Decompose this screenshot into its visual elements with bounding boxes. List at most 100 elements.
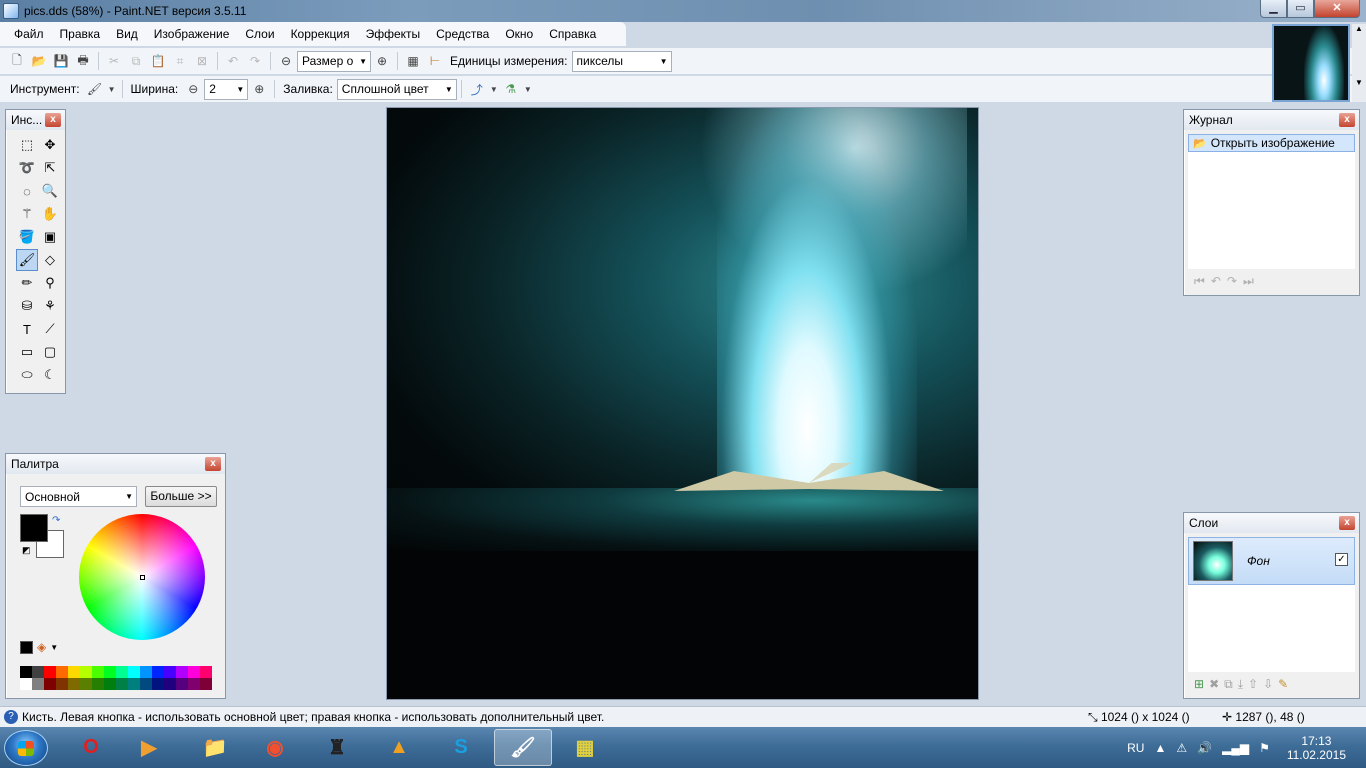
- paintbrush-tool-icon[interactable]: 🖌: [16, 249, 38, 271]
- minimize-button[interactable]: ▁: [1260, 0, 1287, 18]
- gradient-icon[interactable]: ▣: [39, 226, 61, 248]
- menu-utilities[interactable]: Средства: [428, 22, 497, 46]
- media-player-taskbar-icon[interactable]: ▶: [120, 729, 178, 766]
- zoom-in-icon[interactable]: ⊕: [372, 51, 392, 71]
- merge-layer-down-icon[interactable]: ⤓: [1238, 677, 1243, 692]
- palette-swatch[interactable]: [32, 666, 44, 678]
- palette-swatch[interactable]: [116, 666, 128, 678]
- fill-combo[interactable]: Сплошной цвет ▼: [336, 78, 457, 100]
- move-layer-up-icon[interactable]: ⇧: [1248, 677, 1258, 691]
- color-wheel[interactable]: [79, 514, 205, 640]
- palette-swatch[interactable]: [20, 678, 32, 690]
- save-icon[interactable]: 💾: [51, 51, 71, 71]
- menu-effects[interactable]: Эффекты: [358, 22, 429, 46]
- palette-swatch[interactable]: [164, 678, 176, 690]
- grid-icon[interactable]: ▦: [403, 51, 423, 71]
- deselect-icon[interactable]: ⊠: [192, 51, 212, 71]
- palette-swatch[interactable]: [116, 678, 128, 690]
- palette-swatch[interactable]: [164, 666, 176, 678]
- chevron-down-icon[interactable]: ▼: [523, 79, 533, 99]
- paintnet-taskbar-icon[interactable]: 🖌: [494, 729, 552, 766]
- print-icon[interactable]: 🖶: [73, 51, 93, 71]
- zoom-icon[interactable]: 🔍: [39, 180, 61, 202]
- zoom-combo[interactable]: Размер о ▼: [297, 50, 371, 72]
- antialiasing-icon[interactable]: ⤴: [467, 79, 487, 99]
- rectangle-select-icon[interactable]: ⬚: [16, 134, 38, 156]
- chevron-down-icon[interactable]: ▼: [107, 79, 117, 99]
- network-warning-icon[interactable]: ⚠: [1176, 741, 1187, 755]
- undo-icon[interactable]: ↶: [223, 51, 243, 71]
- palette-swatch[interactable]: [44, 678, 56, 690]
- magic-wand-icon[interactable]: ⚚: [16, 203, 38, 225]
- menu-edit[interactable]: Правка: [52, 22, 109, 46]
- explorer-taskbar-icon[interactable]: 📁: [186, 729, 244, 766]
- palette-menu-icon[interactable]: ◈: [37, 640, 46, 654]
- chrome-taskbar-icon[interactable]: ◉: [246, 729, 304, 766]
- palette-swatch[interactable]: [68, 666, 80, 678]
- menu-adjustments[interactable]: Коррекция: [283, 22, 358, 46]
- palette-swatch[interactable]: [80, 666, 92, 678]
- new-image-icon[interactable]: 🗋: [7, 51, 27, 71]
- action-center-icon[interactable]: ⚑: [1259, 741, 1270, 755]
- game-taskbar-icon[interactable]: ♜: [308, 729, 366, 766]
- layer-properties-icon[interactable]: ✎: [1278, 677, 1288, 691]
- tray-expand-icon[interactable]: ▲: [1154, 741, 1166, 755]
- palette-swatch-strip[interactable]: [20, 666, 212, 690]
- palette-swatch[interactable]: [80, 678, 92, 690]
- close-icon[interactable]: x: [1339, 113, 1355, 127]
- thumbnail-scrollbar[interactable]: ▲ ▼: [1352, 24, 1366, 102]
- palette-swatch[interactable]: [200, 666, 212, 678]
- image-tab-thumbnail[interactable]: [1272, 24, 1350, 102]
- palette-swatch[interactable]: [44, 666, 56, 678]
- palette-swatch[interactable]: [128, 678, 140, 690]
- history-item[interactable]: 📂 Открыть изображение: [1188, 134, 1355, 152]
- cut-icon[interactable]: ✂: [104, 51, 124, 71]
- zoom-out-icon[interactable]: ⊖: [276, 51, 296, 71]
- reset-colors-icon[interactable]: ◩: [22, 545, 31, 556]
- skype-taskbar-icon[interactable]: S: [432, 729, 490, 766]
- close-button[interactable]: ✕: [1314, 0, 1360, 18]
- palette-swatch[interactable]: [140, 666, 152, 678]
- chevron-down-icon[interactable]: ▼: [50, 643, 58, 652]
- redo-icon[interactable]: ↷: [245, 51, 265, 71]
- step-back-icon[interactable]: ↶: [1211, 274, 1221, 288]
- blend-mode-icon[interactable]: ⚗: [501, 79, 521, 99]
- signal-icon[interactable]: ▂▄▆: [1222, 741, 1249, 755]
- palette-swatch[interactable]: [56, 666, 68, 678]
- palette-swatch[interactable]: [152, 678, 164, 690]
- open-folder-icon[interactable]: 📂: [29, 51, 49, 71]
- volume-icon[interactable]: 🔊: [1197, 741, 1212, 755]
- layer-visibility-checkbox[interactable]: ✓: [1335, 553, 1348, 566]
- palette-swatch[interactable]: [200, 678, 212, 690]
- units-combo[interactable]: пикселы ▼: [571, 50, 672, 72]
- menu-help[interactable]: Справка: [541, 22, 604, 46]
- freeform-shape-icon[interactable]: ☾: [39, 364, 61, 386]
- width-increase-icon[interactable]: ⊕: [249, 79, 269, 99]
- opera-taskbar-icon[interactable]: O: [62, 729, 120, 766]
- palette-mode-combo[interactable]: Основной ▼: [20, 486, 137, 507]
- line-curve-icon[interactable]: ⟋: [39, 318, 61, 340]
- palette-swatch[interactable]: [176, 666, 188, 678]
- palette-swatch[interactable]: [152, 666, 164, 678]
- layer-row[interactable]: Фон ✓: [1188, 537, 1355, 585]
- palette-swatch[interactable]: [128, 666, 140, 678]
- more-button[interactable]: Больше >>: [145, 486, 217, 507]
- add-color-swatch[interactable]: [20, 640, 33, 654]
- palette-swatch[interactable]: [92, 666, 104, 678]
- move-selected-icon[interactable]: ⇱: [39, 157, 61, 179]
- close-icon[interactable]: x: [205, 457, 221, 471]
- pan-hand-icon[interactable]: ✋: [39, 203, 61, 225]
- chevron-down-icon[interactable]: ▼: [489, 79, 499, 99]
- palette-swatch[interactable]: [104, 678, 116, 690]
- menu-window[interactable]: Окно: [497, 22, 541, 46]
- paintbrush-icon[interactable]: 🖌: [85, 79, 105, 99]
- paste-icon[interactable]: 📋: [148, 51, 168, 71]
- eraser-icon[interactable]: ◇: [39, 249, 61, 271]
- rounded-rectangle-icon[interactable]: ▢: [39, 341, 61, 363]
- palette-swatch[interactable]: [92, 678, 104, 690]
- menu-image[interactable]: Изображение: [146, 22, 238, 46]
- menu-file[interactable]: Файл: [6, 22, 52, 46]
- lasso-select-icon[interactable]: ➰: [16, 157, 38, 179]
- delete-layer-icon[interactable]: ✖: [1209, 677, 1219, 691]
- rectangle-icon[interactable]: ▭: [16, 341, 38, 363]
